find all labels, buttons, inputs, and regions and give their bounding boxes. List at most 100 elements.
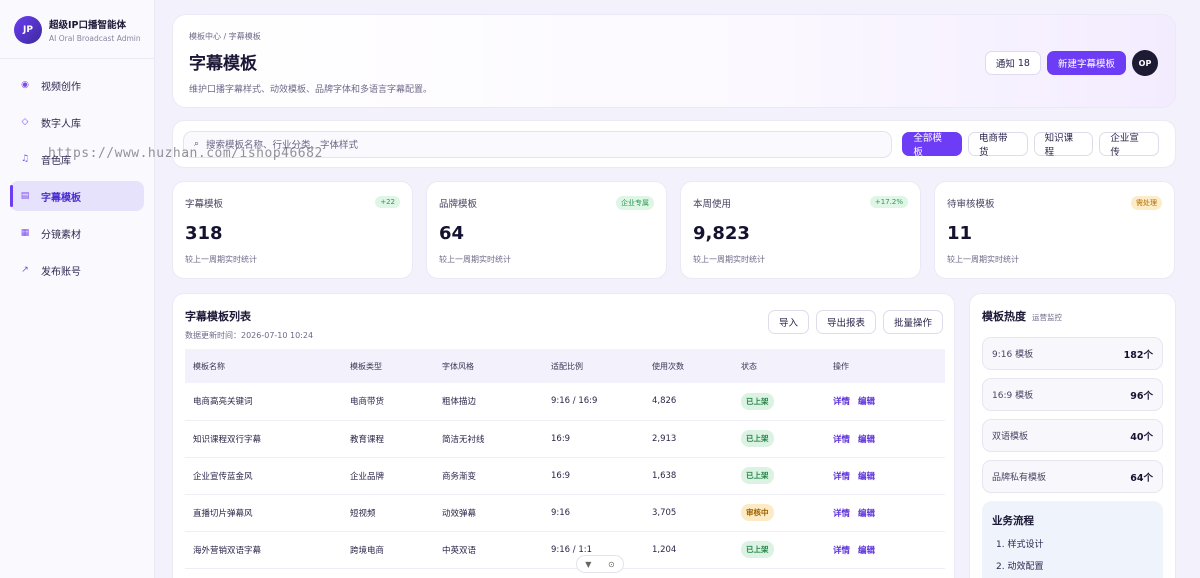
cell-name: 电商高亮关键词 — [185, 383, 342, 421]
detail-link[interactable]: 详情 — [833, 546, 850, 556]
heat-item-value: 40个 — [1130, 431, 1153, 443]
sidebar-item-label: 分镜素材 — [41, 229, 81, 241]
stat-badge: 企业专属 — [616, 196, 654, 210]
cell-status: 审核中 — [733, 494, 825, 532]
stat-label: 字幕模板 — [185, 199, 224, 210]
notification-button[interactable]: 通知 18 — [984, 51, 1041, 75]
edit-link[interactable]: 编辑 — [858, 435, 875, 445]
detail-link[interactable]: 详情 — [833, 509, 850, 519]
floating-toolbar: ▼ ⊙ — [576, 555, 624, 573]
column-header: 模板名称 — [185, 349, 342, 383]
sidebar-item-video[interactable]: ◉ 视频创作 — [10, 70, 144, 100]
heat-item-value: 96个 — [1130, 390, 1153, 402]
detail-link[interactable]: 详情 — [833, 435, 850, 445]
arrow-up-right-icon: ↗ — [21, 265, 29, 275]
table-row: 企业宣传蓝金风 企业品牌 商务渐变 16:9 1,638 已上架 详情 编辑 — [185, 457, 945, 495]
batch-action-button[interactable]: 批量操作 — [882, 310, 943, 334]
flow-title: 业务流程 — [992, 515, 1034, 527]
heat-item: 品牌私有模板 64个 — [982, 460, 1163, 493]
square-icon: ▦ — [20, 228, 30, 238]
filter-ecommerce[interactable]: 电商带货 — [968, 132, 1028, 158]
edit-link[interactable]: 编辑 — [858, 397, 875, 407]
heat-item: 16:9 模板 96个 — [982, 378, 1163, 411]
detail-link[interactable]: 详情 — [833, 397, 850, 407]
heat-item-value: 182个 — [1123, 349, 1153, 361]
stat-card: 品牌模板 企业专属 64 较上一周期实时统计 — [426, 181, 667, 279]
filter-enterprise[interactable]: 企业宣传 — [1099, 132, 1160, 158]
column-header: 使用次数 — [644, 349, 733, 383]
cell-actions: 详情 编辑 — [825, 383, 945, 421]
cell-type: 电商带货 — [342, 383, 434, 421]
cell-font: 商务渐变 — [434, 457, 543, 495]
cell-status: 已上架 — [733, 457, 825, 495]
sidebar-item-label: 数字人库 — [41, 118, 81, 130]
heat-item-label: 16:9 模板 — [992, 391, 1034, 401]
template-table: 模板名称 模板类型 字体风格 适配比例 使用次数 状态 操作 电商高亮关键词 电… — [185, 349, 945, 569]
filter-all[interactable]: 全部模板 — [902, 132, 962, 158]
cell-status: 已上架 — [733, 420, 825, 458]
cell-name: 企业宣传蓝金风 — [185, 457, 342, 495]
column-header: 操作 — [825, 349, 945, 383]
brand: JP 超级IP口播智能体 AI Oral Broadcast Admin — [0, 0, 154, 59]
sidebar-item-publish-accounts[interactable]: ↗ 发布账号 — [10, 255, 144, 285]
sidebar-item-voice-library[interactable]: ♫ 音色库 — [10, 144, 144, 174]
diamond-icon: ◇ — [21, 117, 29, 127]
new-template-button[interactable]: 新建字幕模板 — [1046, 51, 1126, 75]
brand-subtitle: AI Oral Broadcast Admin — [49, 34, 141, 43]
cell-actions: 详情 编辑 — [825, 457, 945, 495]
column-header: 适配比例 — [543, 349, 644, 383]
stat-badge: +22 — [375, 196, 400, 208]
sidebar-item-label: 发布账号 — [41, 266, 81, 278]
cell-actions: 详情 编辑 — [825, 531, 945, 569]
column-header: 字体风格 — [434, 349, 543, 383]
page-header: 模板中心 / 字幕模板 字幕模板 维护口播字幕样式、动效模板、品牌字体和多语言字… — [172, 14, 1176, 108]
heat-item-value: 64个 — [1130, 472, 1153, 484]
template-table-card: 字幕模板列表 数据更新时间：2026-07-10 10:24 导入 导出报表 批… — [172, 293, 955, 578]
sidebar: JP 超级IP口播智能体 AI Oral Broadcast Admin ◉ 视… — [0, 0, 155, 578]
edit-link[interactable]: 编辑 — [858, 509, 875, 519]
search-placeholder: 搜索模板名称、行业分类、字体样式 — [206, 140, 359, 151]
search-bar: ⌕ 搜索模板名称、行业分类、字体样式 全部模板 电商带货 知识课程 企业宣传 — [172, 120, 1176, 168]
heat-item-label: 双语模板 — [992, 432, 1029, 442]
status-badge: 已上架 — [741, 430, 774, 447]
filter-funnel-icon[interactable]: ▼ — [585, 560, 591, 569]
edit-link[interactable]: 编辑 — [858, 546, 875, 556]
stat-card: 待审核模板 需处理 11 较上一周期实时统计 — [934, 181, 1175, 279]
search-input[interactable]: ⌕ 搜索模板名称、行业分类、字体样式 — [183, 130, 893, 158]
cell-ratio: 9:16 — [543, 494, 644, 532]
cell-ratio: 16:9 — [543, 420, 644, 458]
sidebar-item-subtitle-templates[interactable]: ▤ 字幕模板 — [10, 181, 144, 211]
detail-link[interactable]: 详情 — [833, 472, 850, 482]
cell-font: 中英双语 — [434, 531, 543, 569]
column-header: 模板类型 — [342, 349, 434, 383]
heat-header: 模板热度 运营监控 — [982, 308, 1163, 324]
heat-item: 9:16 模板 182个 — [982, 337, 1163, 370]
table-row: 电商高亮关键词 电商带货 粗体描边 9:16 / 16:9 4,826 已上架 … — [185, 383, 945, 421]
sidebar-item-avatar-library[interactable]: ◇ 数字人库 — [10, 107, 144, 137]
sidebar-item-storyboard[interactable]: ▦ 分镜素材 — [10, 218, 144, 248]
stat-value: 318 — [185, 223, 223, 244]
status-badge: 已上架 — [741, 392, 774, 410]
cell-name: 知识课程双行字幕 — [185, 420, 342, 458]
filter-knowledge[interactable]: 知识课程 — [1033, 132, 1094, 158]
record-icon: ◉ — [21, 80, 29, 90]
cell-type: 教育课程 — [342, 420, 434, 458]
stat-footnote: 较上一周期实时统计 — [439, 255, 511, 264]
column-header: 状态 — [733, 349, 825, 383]
stat-badge: 需处理 — [1131, 196, 1162, 210]
target-icon[interactable]: ⊙ — [608, 560, 615, 569]
stat-footnote: 较上一周期实时统计 — [693, 255, 765, 264]
status-badge: 已上架 — [741, 467, 774, 484]
search-icon: ⌕ — [194, 139, 200, 149]
import-button[interactable]: 导入 — [767, 310, 809, 334]
stat-footnote: 较上一周期实时统计 — [947, 255, 1019, 264]
cell-uses: 1,204 — [644, 531, 733, 569]
avatar[interactable]: OP — [1132, 50, 1158, 76]
edit-link[interactable]: 编辑 — [858, 472, 875, 482]
flow-step: 1. 样式设计 — [996, 540, 1044, 550]
stat-value: 9,823 — [693, 223, 750, 244]
stat-value: 64 — [439, 223, 465, 244]
cell-uses: 4,826 — [644, 383, 733, 421]
table-header-row: 模板名称 模板类型 字体风格 适配比例 使用次数 状态 操作 — [185, 349, 945, 383]
export-report-button[interactable]: 导出报表 — [815, 310, 876, 334]
